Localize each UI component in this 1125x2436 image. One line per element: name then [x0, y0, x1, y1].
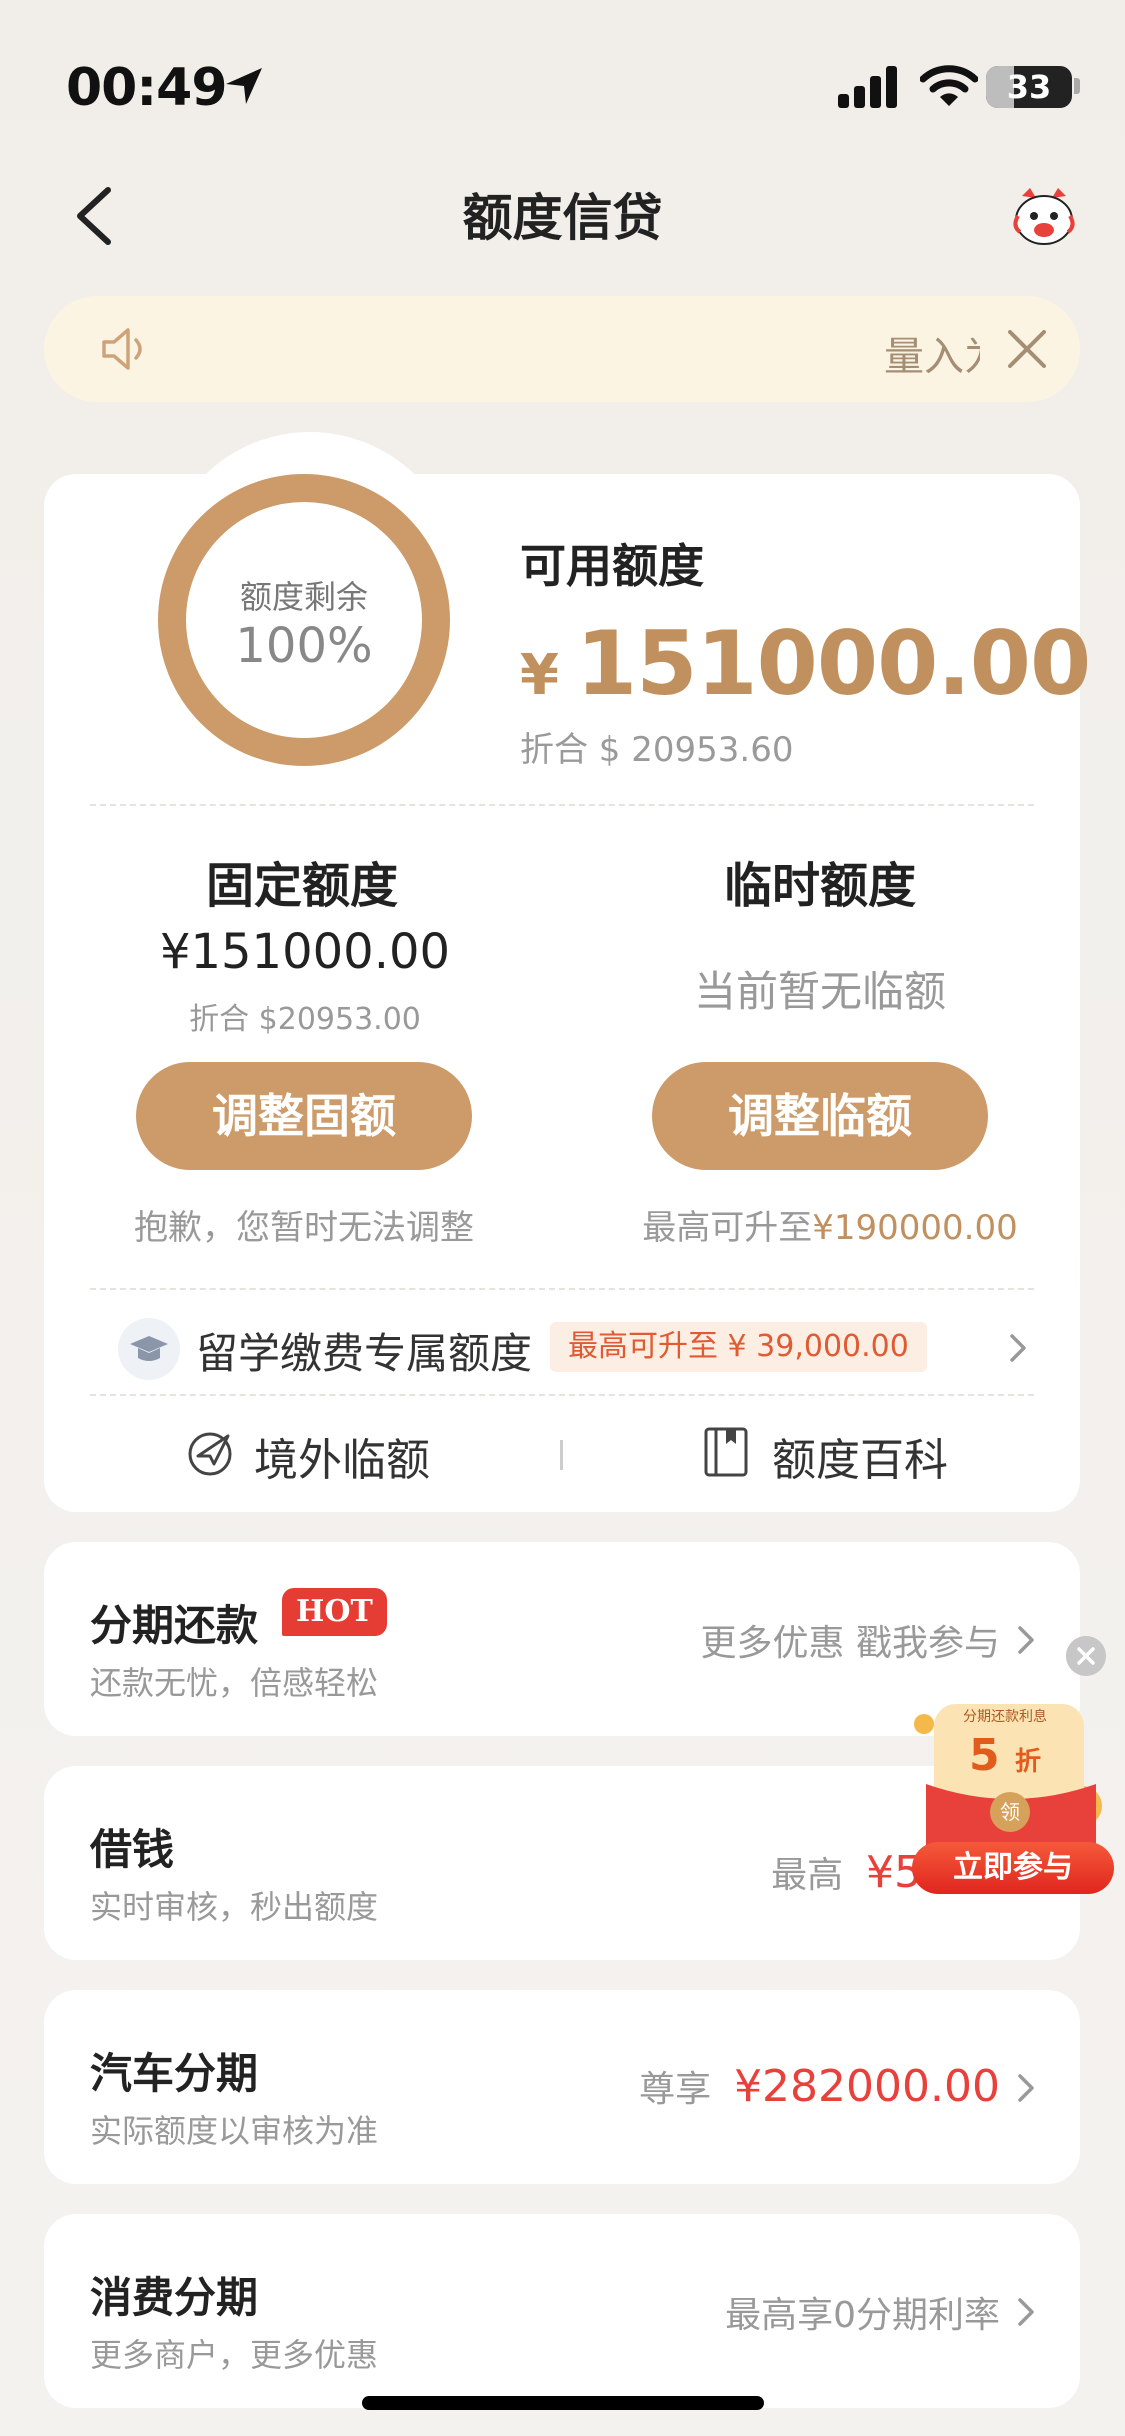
temporary-credit-note: 最高可升至¥190000.00: [600, 1200, 1060, 1249]
temporary-credit-title: 临时额度: [723, 858, 916, 914]
temporary-credit-status: 当前暂无临额: [693, 967, 946, 1016]
graduation-cap-icon: [118, 1318, 180, 1380]
adjust-temporary-button[interactable]: 调整临额: [652, 1062, 988, 1170]
fixed-credit-note: 抱歉，您暂时无法调整: [134, 1208, 474, 1248]
available-credit-label: 可用额度: [520, 539, 704, 593]
service-subtitle: 还款无忧，倍感轻松: [90, 1664, 379, 1702]
temporary-note-amount: ¥190000.00: [812, 1208, 1018, 1248]
divider: [90, 1394, 1034, 1396]
page-title: 额度信贷: [462, 189, 663, 247]
divider: [90, 1288, 1034, 1290]
home-indicator[interactable]: [362, 2396, 764, 2410]
ring-label: 额度剩余: [239, 578, 368, 616]
service-promo-text: 最高享0分期利率: [725, 2295, 1000, 2336]
divider: [90, 804, 1034, 806]
chevron-right-icon: [1010, 1334, 1026, 1362]
chevron-right-icon: [1018, 2298, 1034, 2326]
service-limit-prefix: 尊享: [639, 2069, 712, 2110]
consumer-installment-card[interactable]: 消费分期 更多商户，更多优惠 最高享0分期利率: [44, 2214, 1080, 2408]
notice-text: 量入为出: [884, 334, 980, 380]
promo-discount: 5 折: [940, 1730, 1070, 1781]
speaker-icon: [102, 328, 142, 370]
plane-icon: [188, 1432, 232, 1476]
status-time: 00:49: [66, 58, 228, 118]
location-arrow-icon: [226, 68, 262, 104]
ring-percent: 100%: [235, 618, 373, 674]
battery-percent: 33: [1006, 68, 1052, 106]
fixed-credit-amount: ¥151000.00: [159, 924, 451, 980]
link-divider: [560, 1440, 563, 1470]
service-title: 分期还款: [90, 1601, 259, 1650]
service-limit-value: ¥282000.00: [734, 2061, 1000, 2112]
service-title: 汽车分期: [90, 2049, 259, 2098]
service-subtitle: 更多商户，更多优惠: [90, 2336, 379, 2374]
adjust-fixed-button[interactable]: 调整固额: [136, 1062, 472, 1170]
promo-discount-unit: 折: [1014, 1747, 1041, 1777]
available-amount-value: 151000.00: [575, 612, 1091, 715]
wifi-icon: [920, 65, 978, 106]
mascot-icon[interactable]: [1010, 186, 1078, 248]
available-converted: 折合 $ 20953.60: [520, 730, 794, 770]
service-promo-text: 更多优惠 戳我参与: [700, 1623, 1000, 1664]
fixed-credit-converted: 折合 $20953.00: [189, 1002, 421, 1037]
study-abroad-label: 留学缴费专属额度: [196, 1329, 533, 1378]
available-credit-amount: ¥151000.00: [520, 612, 1091, 715]
battery-cap: [1074, 78, 1080, 94]
chevron-right-icon: [1018, 2074, 1034, 2102]
join-now-button[interactable]: 立即参与: [912, 1842, 1114, 1894]
service-limit-prefix: 最高: [771, 1855, 844, 1896]
book-icon: [704, 1427, 748, 1477]
promo-discount-value: 5: [969, 1730, 1000, 1781]
close-icon[interactable]: [1066, 1636, 1106, 1676]
service-subtitle: 实际额度以审核为准: [90, 2112, 379, 2150]
study-abroad-badge: 最高可升至 ¥ 39,000.00: [550, 1322, 927, 1372]
service-title: 消费分期: [90, 2273, 259, 2322]
close-icon[interactable]: [1004, 326, 1050, 372]
notice-bar[interactable]: 量入为出: [44, 296, 1080, 402]
service-limit: 尊享 ¥282000.00: [639, 2060, 1000, 2112]
hot-badge: HOT: [282, 1588, 387, 1636]
promo-receive-badge: 领: [990, 1792, 1030, 1832]
currency-symbol: ¥: [520, 643, 559, 708]
overseas-temporary-link[interactable]: 境外临额: [254, 1424, 430, 1488]
chevron-right-icon: [1018, 1626, 1034, 1654]
promo-tag: 分期还款利息: [963, 1709, 1047, 1725]
temporary-note-prefix: 最高可升至: [642, 1208, 813, 1248]
service-title: 借钱: [90, 1825, 175, 1874]
service-subtitle: 实时审核，秒出额度: [90, 1888, 379, 1926]
battery-icon: 33: [986, 66, 1072, 108]
credit-encyclopedia-link[interactable]: 额度百科: [772, 1424, 948, 1488]
fixed-credit-title: 固定额度: [205, 858, 398, 914]
cellular-signal-icon: [838, 66, 897, 108]
car-installment-card[interactable]: 汽车分期 实际额度以审核为准 尊享 ¥282000.00: [44, 1990, 1080, 2184]
